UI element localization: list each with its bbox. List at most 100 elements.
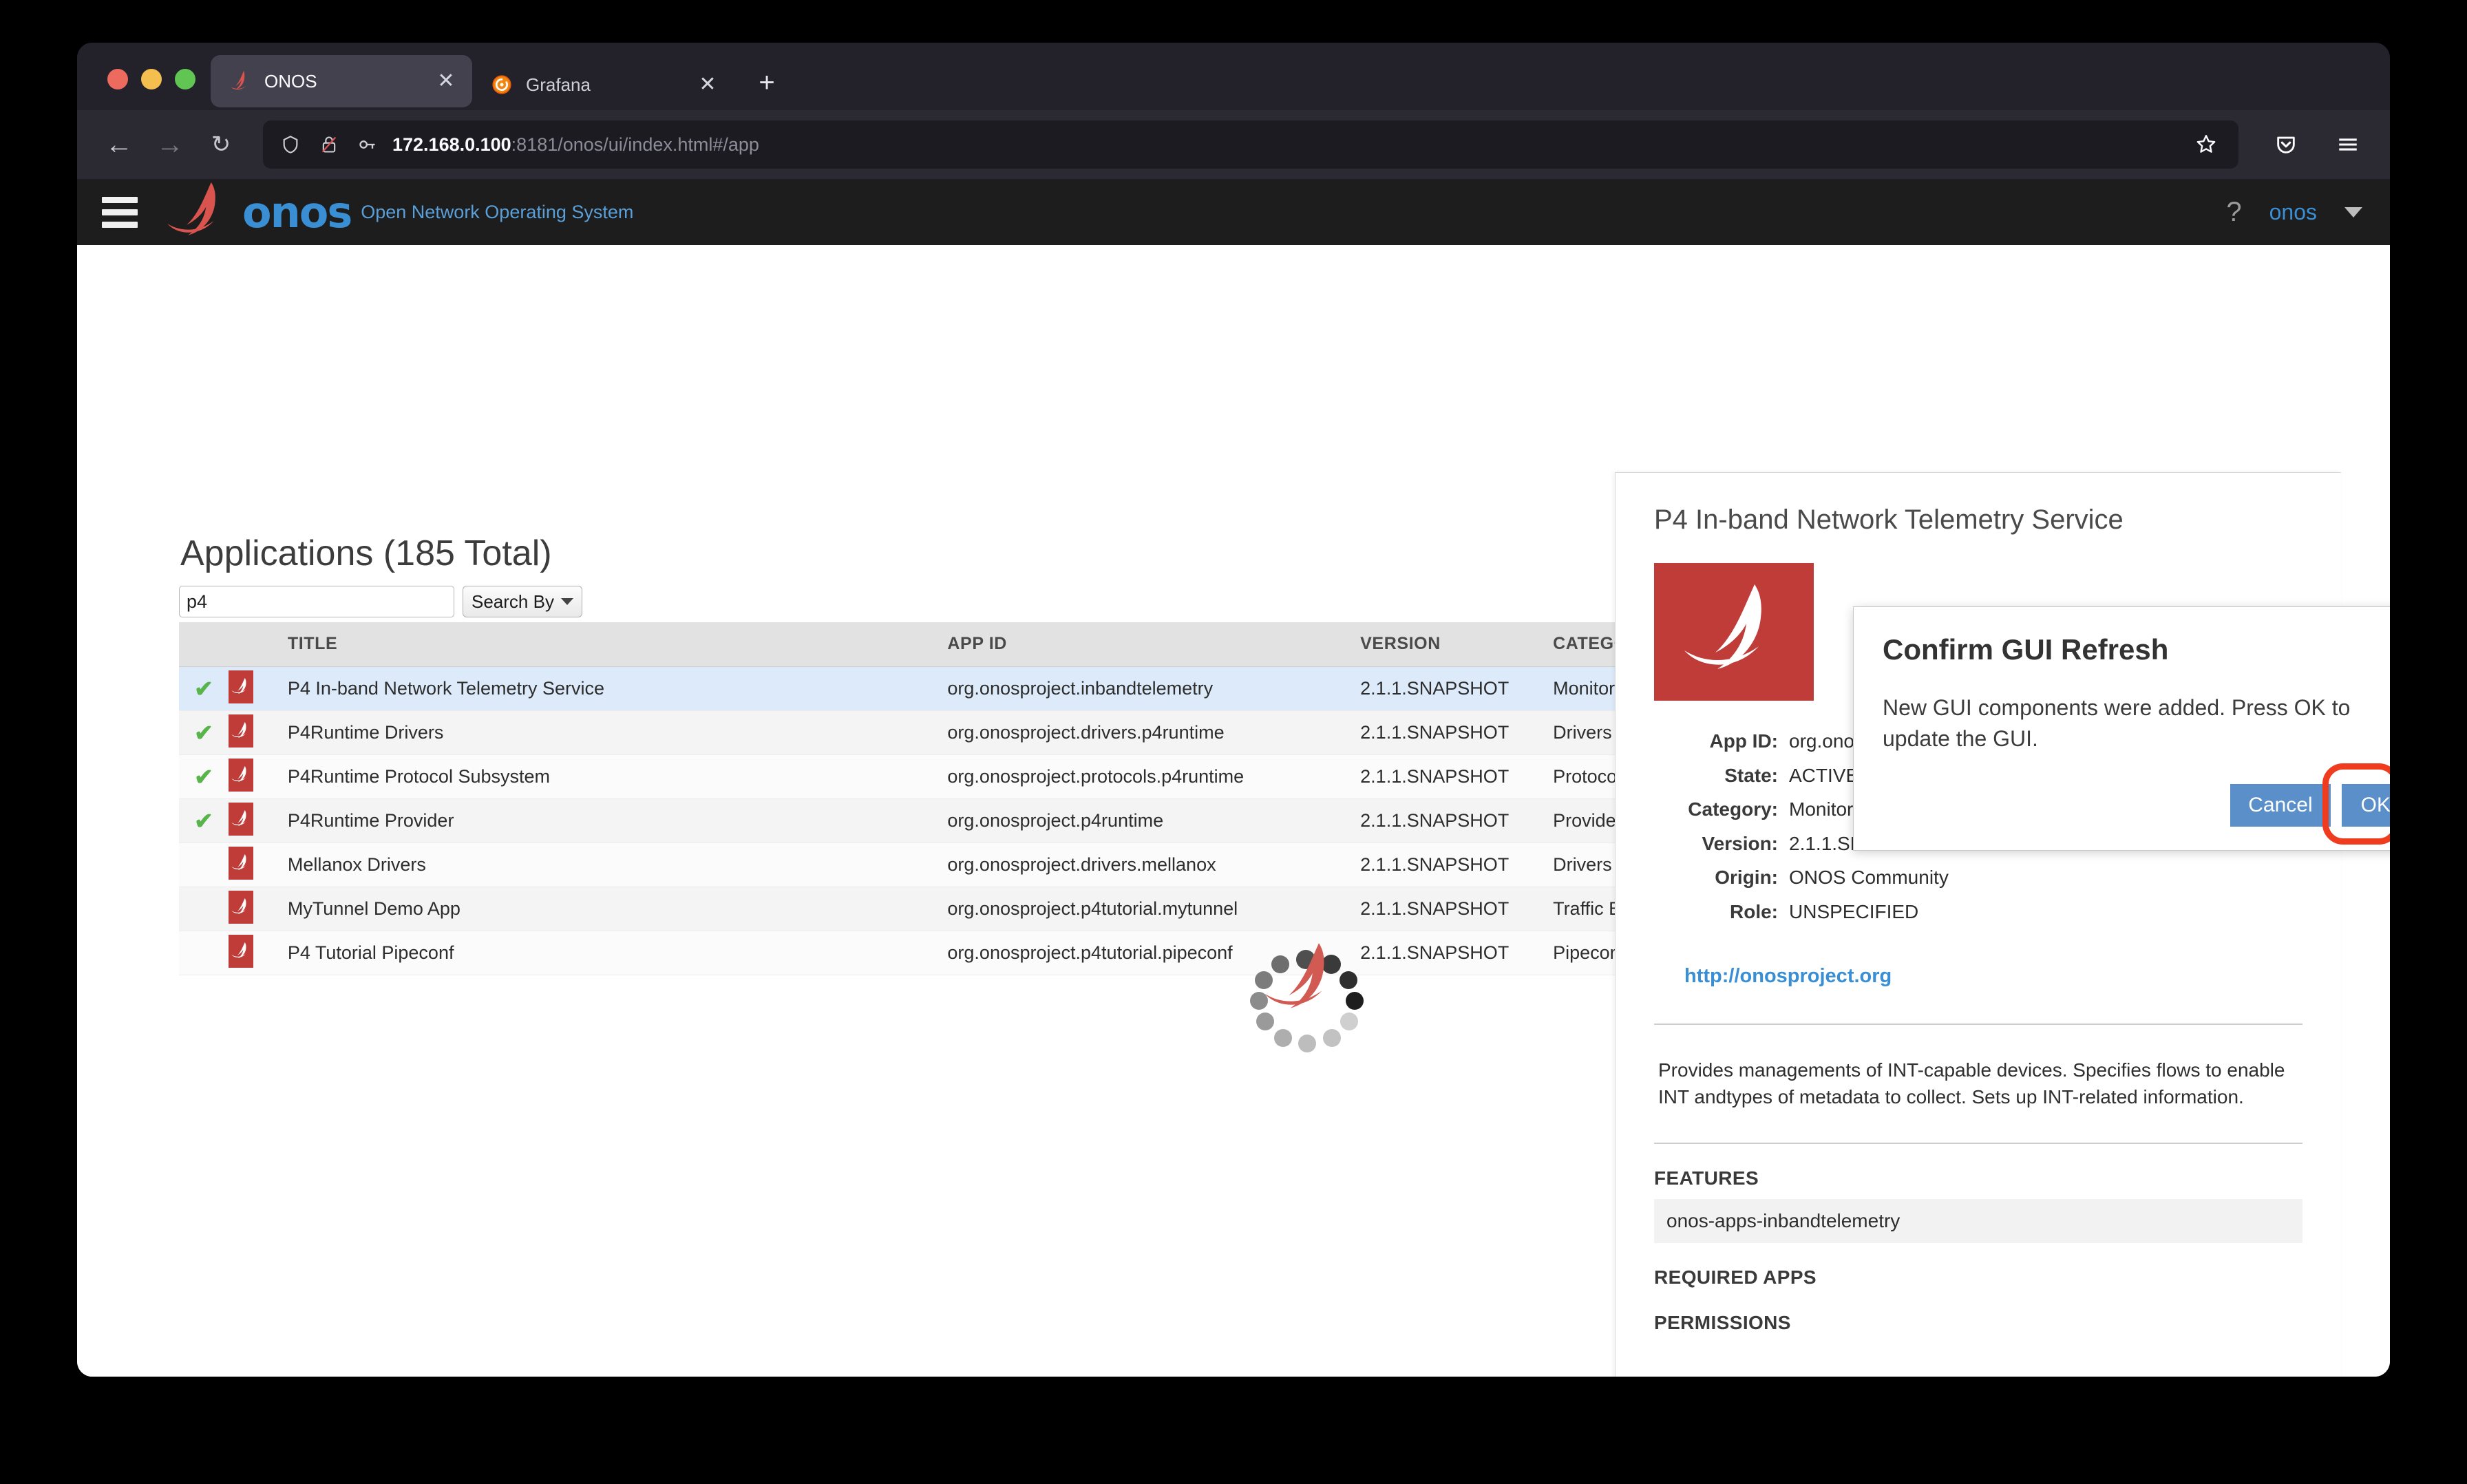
onos-bird-icon <box>228 934 253 968</box>
detail-field-label: Category: <box>1688 798 1778 820</box>
cell-app-id: org.onosproject.inbandtelemetry <box>938 666 1351 711</box>
column-header-icon[interactable] <box>228 622 278 667</box>
tab-grafana[interactable]: Grafana ✕ <box>472 59 734 110</box>
onos-bird-icon <box>228 846 253 880</box>
app-icon <box>228 754 278 799</box>
detail-field-value: UNSPECIFIED <box>1789 900 1919 922</box>
ok-button-wrapper: OK <box>2322 763 2390 845</box>
detail-field-label: Role: <box>1730 900 1778 922</box>
column-header-title[interactable]: TITLE <box>277 622 938 667</box>
detail-field-value: ONOS Community <box>1789 867 1949 889</box>
url-text: 172.168.0.100:8181/onos/ui/index.html#/a… <box>392 134 2177 156</box>
table-row[interactable]: ✔ P4Runtime Provider org.onosproject.p4run… <box>179 798 1715 843</box>
maximize-window-button[interactable] <box>175 69 195 89</box>
onos-masthead: onos Open Network Operating System ? ono… <box>77 179 2390 245</box>
table-row[interactable]: MyTunnel Demo App org.onosproject.p4tutor… <box>179 887 1715 931</box>
permissions-heading: PERMISSIONS <box>1654 1312 1791 1334</box>
navigation-bar: ← → ↻ 172.168.0.100:8181/onos/ui/index.h… <box>77 110 2390 179</box>
divider <box>1654 1023 2302 1025</box>
onos-bird-icon <box>229 70 252 93</box>
browser-toolbar-right <box>2258 122 2371 167</box>
dialog-actions: Cancel OK <box>1883 763 2390 845</box>
address-bar[interactable]: 172.168.0.100:8181/onos/ui/index.html#/a… <box>263 120 2238 169</box>
table-row[interactable]: ✔ P4Runtime Drivers org.onosproject.driver… <box>179 710 1715 755</box>
user-menu-label[interactable]: onos <box>2269 200 2317 225</box>
app-icon <box>228 710 278 755</box>
table-row[interactable]: ✔ P4 In-band Network Telemetry Service org… <box>179 666 1715 711</box>
project-link[interactable]: http://onosproject.org <box>1684 965 1892 988</box>
tab-strip: ONOS ✕ Grafana ✕ + <box>77 43 2390 110</box>
app-icon <box>228 798 278 843</box>
cell-app-id: org.onosproject.drivers.p4runtime <box>938 710 1351 755</box>
grafana-icon <box>490 73 513 96</box>
reload-icon[interactable]: ↻ <box>198 122 244 167</box>
app-icon <box>228 931 278 975</box>
help-icon[interactable]: ? <box>2226 197 2241 228</box>
onos-bird-icon <box>228 758 253 792</box>
column-header-version[interactable]: VERSION <box>1351 622 1544 667</box>
new-tab-button[interactable]: + <box>746 62 787 103</box>
url-path: :8181/onos/ui/index.html#/app <box>511 134 759 155</box>
ok-button[interactable]: OK <box>2341 783 2390 827</box>
confirm-gui-refresh-dialog: Confirm GUI Refresh New GUI components w… <box>1853 606 2390 851</box>
hamburger-menu-icon[interactable] <box>2325 122 2371 167</box>
lock-broken-icon[interactable] <box>315 131 343 158</box>
table-row[interactable]: ✔ P4Runtime Protocol Subsystem org.onospro… <box>179 754 1715 799</box>
table-header: TITLE APP ID VERSION CATEGORY <box>179 622 1715 667</box>
forward-icon[interactable]: → <box>147 122 193 167</box>
search-input[interactable] <box>179 586 454 617</box>
cell-title: MyTunnel Demo App <box>277 887 938 931</box>
browser-window: ONOS ✕ Grafana ✕ + ← → ↻ 172.168.0.100:8… <box>77 43 2390 1377</box>
cell-version: 2.1.1.SNAPSHOT <box>1351 842 1544 887</box>
table-row[interactable]: P4 Tutorial Pipeconf org.onosproject.p4tu… <box>179 931 1715 975</box>
row-state-check: ✔ <box>179 710 229 755</box>
onos-application: onos Open Network Operating System ? ono… <box>77 179 2390 1377</box>
search-by-select[interactable]: Search By <box>463 586 582 617</box>
cell-version: 2.1.1.SNAPSHOT <box>1351 710 1544 755</box>
row-state-check <box>179 931 229 975</box>
cell-app-id: org.onosproject.p4runtime <box>938 798 1351 843</box>
detail-field-label: Version: <box>1702 832 1778 854</box>
cell-app-id: org.onosproject.protocols.p4runtime <box>938 754 1351 799</box>
shield-icon[interactable] <box>277 131 304 158</box>
column-header-appid[interactable]: APP ID <box>938 622 1351 667</box>
features-list: onos-apps-inbandtelemetry <box>1654 1199 2302 1244</box>
cancel-button[interactable]: Cancel <box>2230 783 2331 827</box>
onos-bird-icon <box>228 890 253 924</box>
detail-field-label: Origin: <box>1715 867 1778 889</box>
cell-version: 2.1.1.SNAPSHOT <box>1351 666 1544 711</box>
chevron-down-icon[interactable] <box>2344 206 2362 218</box>
search-by-label: Search By <box>472 591 554 612</box>
detail-field-label: App ID: <box>1709 730 1778 752</box>
cell-app-id: org.onosproject.drivers.mellanox <box>938 842 1351 887</box>
app-icon <box>228 842 278 887</box>
row-state-check: ✔ <box>179 754 229 799</box>
required-apps-heading: REQUIRED APPS <box>1654 1266 1817 1289</box>
key-icon[interactable] <box>354 131 381 158</box>
tab-label: Grafana <box>526 74 591 95</box>
search-controls: Search By <box>179 586 582 617</box>
app-logo <box>1654 563 1814 701</box>
cell-version: 2.1.1.SNAPSHOT <box>1351 931 1544 975</box>
onos-logo: onos Open Network Operating System <box>157 179 2207 245</box>
minimize-window-button[interactable] <box>141 69 162 89</box>
tab-onos[interactable]: ONOS ✕ <box>211 55 472 107</box>
table-row[interactable]: Mellanox Drivers org.onosproject.drivers.… <box>179 842 1715 887</box>
pocket-icon[interactable] <box>2263 122 2309 167</box>
bookmark-star-icon[interactable] <box>2188 126 2225 163</box>
cell-version: 2.1.1.SNAPSHOT <box>1351 754 1544 799</box>
table-header-row: TITLE APP ID VERSION CATEGORY <box>179 622 1715 667</box>
close-window-button[interactable] <box>107 69 128 89</box>
applications-view: Applications (185 Total) Search By <box>77 245 2390 1377</box>
onos-tagline: Open Network Operating System <box>361 201 634 222</box>
column-header-state[interactable] <box>179 622 229 667</box>
cell-title: P4Runtime Provider <box>277 798 938 843</box>
row-state-check: ✔ <box>179 666 229 711</box>
hamburger-menu-icon[interactable] <box>102 196 138 228</box>
cell-title: P4Runtime Drivers <box>277 710 938 755</box>
close-icon[interactable]: ✕ <box>694 71 721 98</box>
close-icon[interactable]: ✕ <box>432 67 460 95</box>
back-icon[interactable]: ← <box>96 122 142 167</box>
dialog-title: Confirm GUI Refresh <box>1883 633 2169 666</box>
cell-title: Mellanox Drivers <box>277 842 938 887</box>
